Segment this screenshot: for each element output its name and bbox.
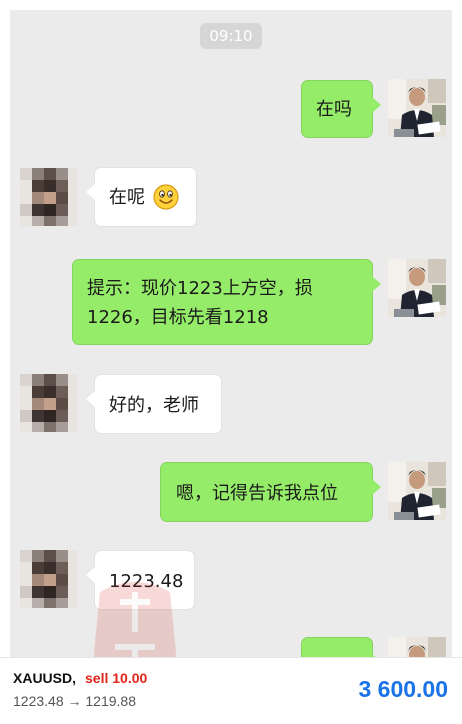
- chat-screen: 09:10 在吗 在呢 提示：现价1223上方空，损 1226，目标先看1218: [10, 10, 452, 724]
- trade-profit: 3 600.00: [358, 676, 448, 702]
- trade-symbol: XAUUSD,: [13, 670, 77, 686]
- message-bubble-sent[interactable]: 在吗: [301, 80, 381, 138]
- smile-emoji-icon: [153, 184, 179, 210]
- trade-action: sell 10.00: [85, 670, 148, 686]
- message-text: 在呢: [109, 186, 145, 208]
- avatar-student[interactable]: [20, 168, 78, 226]
- message-text: 在吗: [316, 98, 352, 120]
- message-bubble-sent[interactable]: 嗯，记得告诉我点位: [160, 462, 381, 522]
- timestamp: 09:10: [200, 23, 262, 49]
- trade-prices: 1223.48 → 1219.88: [13, 693, 136, 709]
- message-bubble-received[interactable]: 好的，老师: [86, 374, 222, 434]
- message-text-line: 提示：现价1223上方空，损: [87, 278, 313, 299]
- trade-summary-bar[interactable]: XAUUSD, sell 10.00 1223.48 → 1219.88 3 6…: [0, 657, 462, 724]
- message-text: 好的，老师: [109, 394, 199, 416]
- avatar-teacher[interactable]: [388, 462, 446, 520]
- message-bubble-received[interactable]: 在呢: [86, 167, 197, 227]
- message-text-line: 1226，目标先看1218: [87, 307, 269, 328]
- avatar-teacher[interactable]: [388, 79, 446, 137]
- message-text: 嗯，记得告诉我点位: [176, 482, 338, 504]
- avatar-student[interactable]: [20, 374, 78, 432]
- avatar-student[interactable]: [20, 550, 78, 608]
- message-bubble-sent[interactable]: 提示：现价1223上方空，损 1226，目标先看1218: [72, 259, 381, 345]
- avatar-teacher[interactable]: [388, 259, 446, 317]
